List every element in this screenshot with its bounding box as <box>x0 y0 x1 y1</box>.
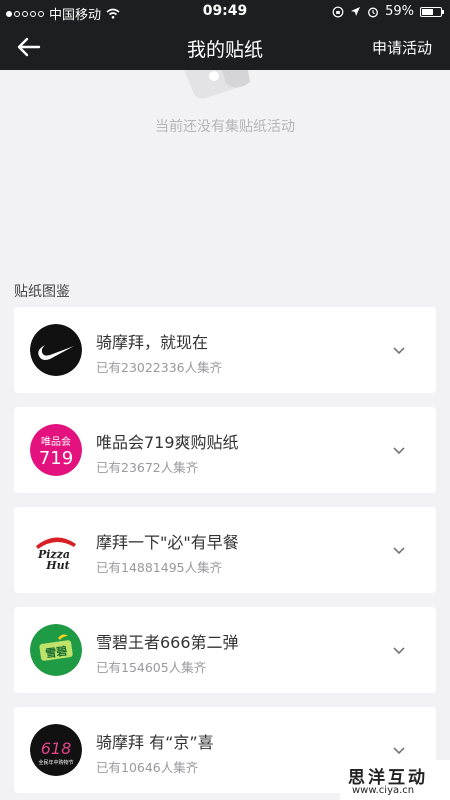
sticker-collected-count: 已有23672人集齐 <box>96 460 199 475</box>
sticker-card[interactable]: 骑摩拜，就现在 已有23022336人集齐 <box>14 307 436 393</box>
pizza-hut-logo: Pizza Hut <box>30 524 82 576</box>
chevron-down-icon[interactable] <box>392 643 406 657</box>
nike-swoosh-logo <box>30 324 82 376</box>
empty-sticker-illustration <box>184 70 250 99</box>
svg-text:719: 719 <box>39 448 73 469</box>
alarm-icon <box>368 7 379 17</box>
battery-percent: 59% <box>385 4 414 19</box>
sticker-collected-count: 已有14881495人集齐 <box>96 560 223 575</box>
chevron-down-icon[interactable] <box>392 543 406 557</box>
apply-activity-button[interactable]: 申请活动 <box>372 37 432 58</box>
watermark-url: www.ciya.cn <box>352 785 415 796</box>
rotation-lock-icon <box>332 6 344 17</box>
sprite-logo: 雪碧 <box>30 624 82 676</box>
location-arrow-icon <box>351 7 361 16</box>
sticker-name: 摩拜一下"必"有早餐 <box>96 533 239 552</box>
chevron-down-icon[interactable] <box>392 343 406 357</box>
sticker-name: 骑摩拜 有“京”喜 <box>96 733 214 752</box>
navigation-bar: 我的贴纸 申请活动 <box>0 24 450 70</box>
sticker-collected-count: 已有10646人集齐 <box>96 760 199 775</box>
sticker-card[interactable]: 雪碧 雪碧王者666第二弹 已有154605人集齐 <box>14 607 436 693</box>
watermark: 思洋互动 www.ciya.cn <box>340 760 450 800</box>
chevron-down-icon[interactable] <box>392 443 406 457</box>
vip-719-logo: 唯品会 719 <box>30 424 82 476</box>
status-bar: 中国移动 09:49 59% <box>0 0 450 24</box>
svg-text:618: 618 <box>41 739 72 758</box>
battery-icon <box>420 6 444 17</box>
chevron-down-icon[interactable] <box>392 743 406 757</box>
sticker-name: 雪碧王者666第二弹 <box>96 633 239 652</box>
svg-text:Hut: Hut <box>45 559 69 572</box>
sticker-card[interactable]: 唯品会 719 唯品会719爽购贴纸 已有23672人集齐 <box>14 407 436 493</box>
sticker-name: 骑摩拜，就现在 <box>96 333 209 352</box>
sticker-card[interactable]: Pizza Hut 摩拜一下"必"有早餐 已有14881495人集齐 <box>14 507 436 593</box>
jd-618-logo: 618 全民年中购物节 <box>30 724 82 776</box>
sticker-collected-count: 已有154605人集齐 <box>96 660 207 675</box>
svg-text:唯品会: 唯品会 <box>41 435 71 448</box>
svg-text:全民年中购物节: 全民年中购物节 <box>38 759 73 766</box>
section-title: 贴纸图鉴 <box>14 284 70 300</box>
sticker-name: 唯品会719爽购贴纸 <box>96 433 239 452</box>
empty-state-message: 当前还没有集贴纸活动 <box>155 119 295 135</box>
sticker-collected-count: 已有23022336人集齐 <box>96 360 223 375</box>
